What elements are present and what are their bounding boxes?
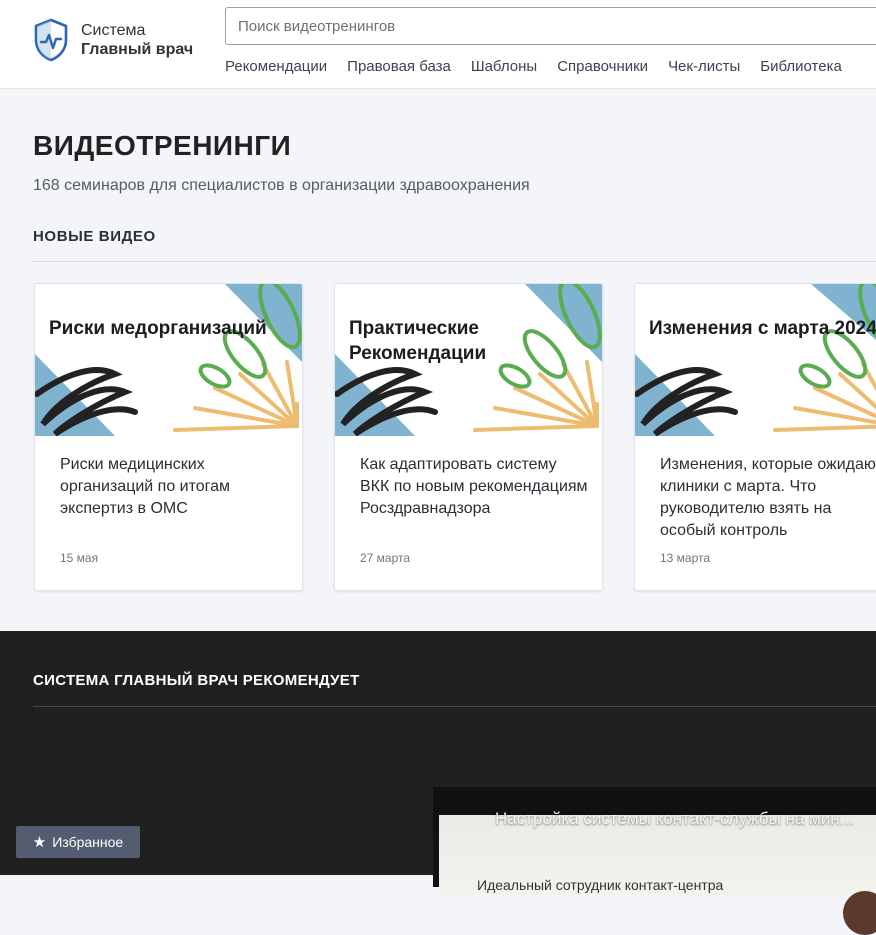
banner-title: Изменения с марта 2024 [649, 318, 876, 339]
recommend-divider [33, 706, 876, 707]
section-label-new-videos: НОВЫЕ ВИДЕО [33, 228, 156, 245]
banner-title: Практические Рекомендации [349, 318, 487, 364]
video-card[interactable]: Изменения с марта 2024 Изменения, которы… [634, 283, 876, 591]
nav-item-library[interactable]: Библиотека [760, 58, 842, 75]
nav-item-recommendations[interactable]: Рекомендации [225, 58, 327, 75]
banner-title: Риски медорганизаций [49, 318, 267, 339]
shield-pulse-logo-icon [34, 18, 68, 62]
card-description[interactable]: Как адаптировать систему ВКК по новым ре… [360, 454, 590, 520]
favorites-label: Избранное [52, 834, 124, 850]
site-header: Система Главный врач Рекомендации Правов… [0, 0, 876, 89]
card-description[interactable]: Изменения, которые ожидают клиники с мар… [660, 454, 876, 542]
card-description[interactable]: Риски медицинских организаций по итогам … [60, 454, 290, 520]
card-banner: Практические Рекомендации [335, 284, 602, 436]
card-banner: Риски медорганизаций [35, 284, 302, 436]
logo-line1: Система [81, 22, 146, 39]
search-input[interactable] [225, 7, 876, 45]
card-date: 27 марта [360, 551, 411, 565]
video-card[interactable]: Практические Рекомендации Как адаптирова… [334, 283, 603, 591]
main-nav: Рекомендации Правовая база Шаблоны Справ… [225, 58, 862, 75]
page-title: ВИДЕОТРЕНИНГИ [33, 130, 292, 161]
card-banner: Изменения с марта 2024 [635, 284, 876, 436]
video-subtitle: Идеальный сотрудник контакт-центра [477, 877, 724, 893]
main-content: ВИДЕОТРЕНИНГИ 168 семинаров для специали… [0, 89, 876, 631]
video-player[interactable]: Идеальный сотрудник контакт-центра Настр… [433, 787, 876, 935]
banner-illustration [35, 284, 302, 436]
nav-item-templates[interactable]: Шаблоны [471, 58, 537, 75]
logo[interactable]: Система Главный врач [33, 18, 193, 62]
card-date: 13 марта [660, 551, 711, 565]
section-divider [33, 261, 876, 262]
page-subtitle: 168 семинаров для специалистов в организ… [33, 177, 530, 194]
banner-illustration [635, 284, 876, 436]
nav-item-checklists[interactable]: Чек-листы [668, 58, 740, 75]
recommend-title: СИСТЕМА ГЛАВНЫЙ ВРАЧ РЕКОМЕНДУЕТ [33, 672, 360, 689]
card-date: 15 мая [60, 551, 99, 565]
logo-line2: Главный врач [81, 41, 194, 58]
video-card[interactable]: Риски медорганизаций Риски медицинских о… [34, 283, 303, 591]
presenter-avatar [843, 891, 876, 935]
nav-item-references[interactable]: Справочники [557, 58, 648, 75]
star-icon: ★ [32, 834, 47, 851]
nav-item-legal-base[interactable]: Правовая база [347, 58, 451, 75]
video-title[interactable]: Настройка системы контакт-службы на мин.… [495, 809, 854, 829]
favorites-button[interactable]: ★ Избранное [16, 826, 140, 858]
